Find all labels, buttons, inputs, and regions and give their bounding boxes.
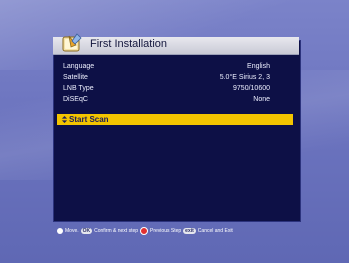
- setting-row-lnb-type[interactable]: LNB Type 9750/10600: [60, 85, 292, 95]
- setting-row-diseqc[interactable]: DiSEqC None: [60, 96, 292, 106]
- move-text: Move.: [65, 228, 79, 234]
- exit-key-icon: exit: [183, 228, 196, 234]
- screen: First Installation Language English Sate…: [0, 0, 349, 263]
- exit-hint-text: Cancel and Exit: [197, 228, 233, 234]
- setting-label: DiSEqC: [63, 96, 88, 103]
- help-bar: Move. OK Confirm & next step Previous St…: [57, 225, 233, 237]
- setting-value: English: [247, 63, 270, 70]
- setting-value: None: [253, 96, 270, 103]
- setting-row-language[interactable]: Language English: [60, 63, 292, 73]
- ok-hint-text: Confirm & next step: [94, 228, 139, 234]
- start-scan-button[interactable]: Start Scan: [57, 114, 293, 125]
- setting-label: Language: [63, 63, 95, 70]
- ok-key-icon: OK: [80, 228, 93, 234]
- selector-arrows-icon: [61, 116, 68, 123]
- setting-row-satellite[interactable]: Satellite 5.0°E Sirius 2, 3: [60, 74, 292, 84]
- setting-label: Satellite: [63, 74, 88, 81]
- setting-value: 5.0°E Sirius 2, 3: [219, 74, 270, 81]
- window-title: First Installation: [90, 38, 168, 50]
- red-button-icon: [140, 227, 149, 235]
- installation-icon: [62, 33, 82, 52]
- previous-step-text: Previous Step: [150, 228, 182, 234]
- start-scan-label: Start Scan: [69, 115, 109, 124]
- setting-value: 9750/10600: [233, 85, 270, 92]
- setting-label: LNB Type: [63, 85, 94, 92]
- navigation-icon: [57, 228, 63, 234]
